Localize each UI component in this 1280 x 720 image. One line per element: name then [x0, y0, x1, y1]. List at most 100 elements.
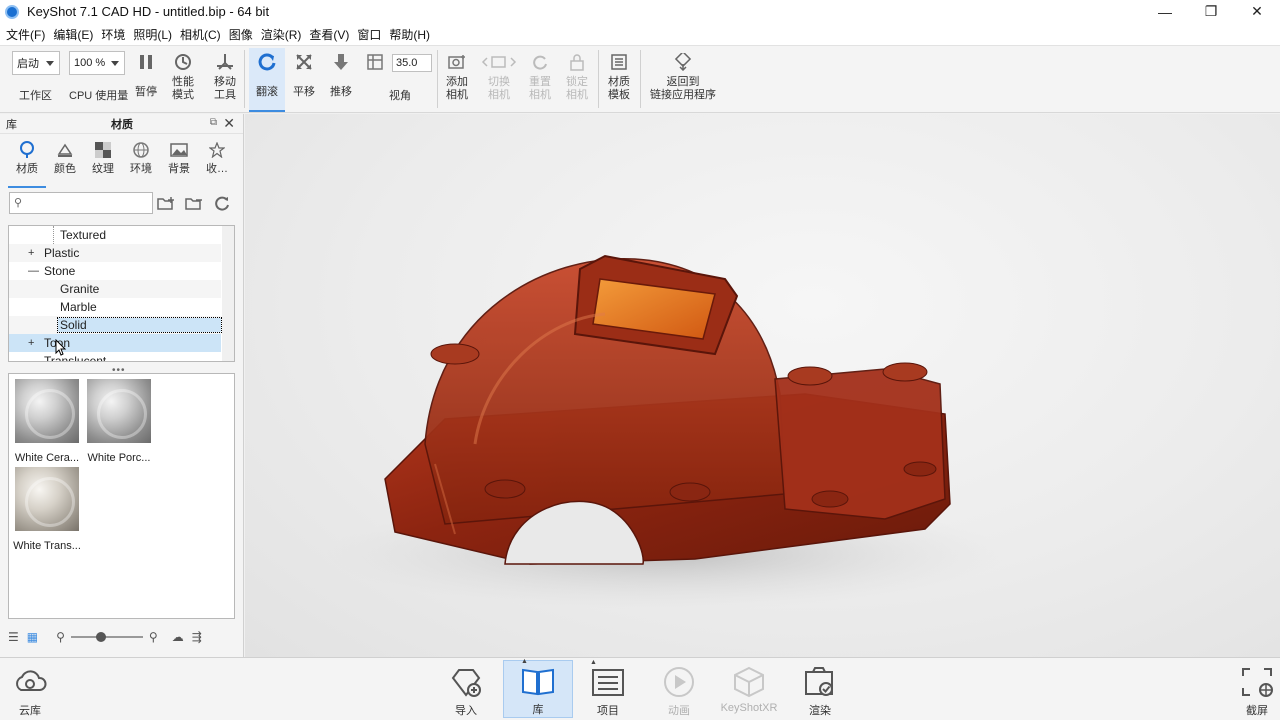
reset-camera-button[interactable]: 重置 相机 — [528, 50, 552, 102]
tab-favorites[interactable]: 收… — [198, 138, 236, 188]
switch-camera-button[interactable]: 切换 相机 — [480, 50, 518, 102]
menu-camera[interactable]: 相机(C) — [176, 26, 225, 43]
return-to-linked-app-button[interactable]: 返回到 链接应用程序 — [648, 50, 718, 102]
material-template-icon — [611, 50, 627, 74]
expand-icon[interactable]: + — [28, 247, 34, 259]
refresh-icon[interactable] — [212, 194, 232, 212]
tumble-icon — [257, 50, 277, 74]
tab-environments[interactable]: 环境 — [122, 138, 160, 188]
tab-colors-label: 颜色 — [54, 163, 76, 175]
lock-camera-button[interactable]: 锁定 相机 — [565, 50, 589, 102]
menu-lighting[interactable]: 照明(L) — [129, 26, 176, 43]
field-of-view-icon — [367, 50, 383, 74]
tree-item-marble[interactable]: Marble — [9, 298, 221, 316]
undock-icon[interactable]: ⧉ — [210, 117, 217, 128]
pause-button[interactable]: 暂停 — [135, 50, 157, 99]
menu-view[interactable]: 查看(V) — [305, 26, 353, 43]
tree-item-textured[interactable]: Textured — [9, 226, 221, 244]
toolbar-divider — [640, 50, 641, 108]
caret-up-icon: ▲ — [590, 659, 597, 666]
performance-mode-icon — [174, 50, 192, 74]
list-view-icon[interactable]: ☰ — [8, 630, 19, 644]
workspace-dropdown[interactable]: 启动 — [12, 51, 60, 75]
menu-file[interactable]: 文件(F) — [2, 26, 49, 43]
switch-camera-label-1: 切换 — [488, 76, 510, 88]
add-camera-button[interactable]: 添加 相机 — [445, 50, 469, 102]
library-panel-header: 库 材质 ⧉ ✕ — [0, 114, 243, 134]
minimize-button[interactable]: — — [1142, 0, 1188, 23]
collapse-icon[interactable]: — — [28, 265, 39, 277]
tumble-button[interactable]: 翻滚 — [249, 48, 285, 112]
keyshotxr-button[interactable]: KeyShotXR — [714, 662, 784, 714]
pan-icon — [295, 50, 313, 74]
add-camera-label-2: 相机 — [446, 89, 468, 101]
tree-item-solid[interactable]: Solid — [9, 316, 222, 334]
rendered-model — [325, 254, 1005, 609]
tree-scrollbar[interactable] — [222, 226, 234, 361]
cpu-usage-dropdown[interactable]: 100 % — [69, 51, 125, 75]
thumbnail-size-slider[interactable] — [70, 632, 143, 642]
tree-item-stone[interactable]: — Stone — [9, 262, 221, 280]
toolbar-divider — [598, 50, 599, 108]
close-button[interactable]: ✕ — [1234, 0, 1280, 23]
performance-mode-button[interactable]: 性能 模式 — [170, 50, 196, 102]
material-template-button[interactable]: 材质 模板 — [607, 50, 631, 102]
library-button[interactable]: ▲ 库 — [503, 658, 573, 718]
remove-folder-icon[interactable] — [184, 194, 204, 212]
project-button[interactable]: ▲ 项目 — [573, 659, 643, 718]
environment-icon — [133, 140, 149, 160]
tree-item-plastic[interactable]: + Plastic — [9, 244, 221, 262]
menu-render[interactable]: 渲染(R) — [257, 26, 306, 43]
dolly-button[interactable]: 推移 — [329, 50, 353, 99]
menu-help[interactable]: 帮助(H) — [385, 26, 434, 43]
pan-button[interactable]: 平移 — [292, 50, 316, 99]
tab-backgrounds[interactable]: 背景 — [160, 138, 198, 188]
dolly-label: 推移 — [330, 86, 352, 98]
project-label: 项目 — [597, 705, 619, 717]
tab-favorites-label: 收… — [206, 163, 228, 175]
menu-environment[interactable]: 环境 — [97, 26, 129, 43]
texture-icon — [95, 140, 111, 160]
tab-colors[interactable]: 颜色 — [46, 138, 84, 188]
tree-item-granite[interactable]: Granite — [9, 280, 221, 298]
material-thumb-white-porcelain[interactable]: White Porc... — [82, 379, 156, 464]
cpu-usage-label: CPU 使用量 — [69, 90, 129, 102]
field-of-view-input[interactable]: 35.0 — [392, 54, 432, 72]
tab-textures[interactable]: 纹理 — [84, 138, 122, 188]
import-folder-icon[interactable]: ⇶ — [192, 630, 202, 644]
animation-button[interactable]: 动画 — [644, 662, 714, 718]
grid-view-icon[interactable]: ▦ — [27, 630, 38, 644]
material-thumb-white-translucent[interactable]: White Trans... — [10, 467, 84, 552]
tree-item-toon[interactable]: + Toon — [9, 334, 221, 352]
menu-bar: 文件(F) 编辑(E) 环境 照明(L) 相机(C) 图像 渲染(R) 查看(V… — [0, 23, 1280, 45]
menu-image[interactable]: 图像 — [225, 26, 257, 43]
expand-icon[interactable]: + — [28, 337, 34, 349]
render-button[interactable]: 渲染 — [785, 662, 855, 718]
zoom-out-icon[interactable]: ⚲ — [56, 630, 65, 644]
library-label: 库 — [532, 704, 544, 716]
lock-camera-label-2: 相机 — [566, 89, 588, 101]
cloud-library-button[interactable]: 云库 — [0, 662, 65, 718]
import-button[interactable]: 导入 — [431, 662, 501, 718]
material-thumb-white-ceramic[interactable]: White Cera... — [10, 379, 84, 464]
render-viewport[interactable] — [245, 114, 1280, 657]
material-thumbnail-grid: White Cera... White Porc... White Trans.… — [8, 373, 235, 619]
tree-item-translucent[interactable]: Translucent — [9, 352, 221, 361]
menu-edit[interactable]: 编辑(E) — [49, 26, 97, 43]
slider-knob[interactable] — [95, 632, 106, 642]
library-search-input[interactable]: ⚲ — [9, 192, 153, 214]
add-folder-icon[interactable] — [156, 194, 176, 212]
add-camera-label-1: 添加 — [446, 76, 468, 88]
restore-button[interactable]: ❐ — [1188, 0, 1234, 23]
screenshot-button[interactable]: 截屏 — [1222, 662, 1280, 718]
tab-materials[interactable]: 材质 — [8, 138, 46, 188]
panel-close-icon[interactable]: ✕ — [223, 115, 235, 132]
upload-cloud-icon[interactable]: ☁ — [172, 630, 184, 644]
menu-window[interactable]: 窗口 — [353, 26, 385, 43]
tab-backgrounds-label: 背景 — [168, 163, 190, 175]
zoom-in-icon[interactable]: ⚲ — [149, 630, 158, 644]
performance-mode-label-2: 模式 — [172, 89, 194, 101]
move-tool-label-1: 移动 — [214, 76, 236, 88]
window-controls: — ❐ ✕ — [1142, 0, 1280, 23]
move-tool-button[interactable]: 移动 工具 — [212, 50, 238, 102]
